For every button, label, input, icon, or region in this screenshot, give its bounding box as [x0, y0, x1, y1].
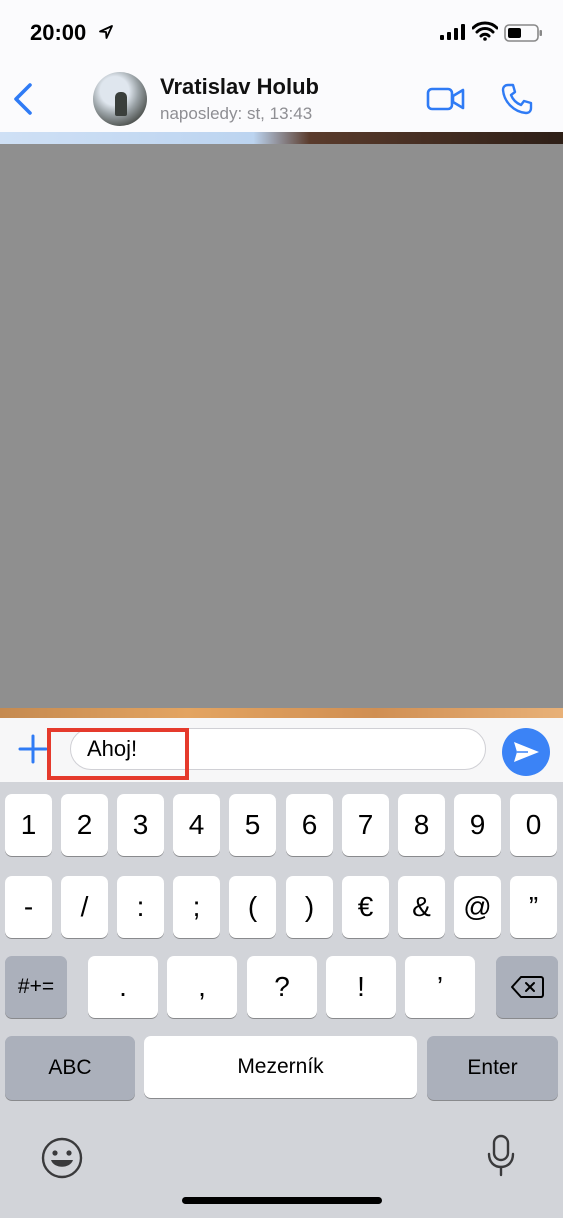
key-7[interactable]: 7: [342, 794, 389, 856]
last-seen-status: naposledy: st, 13:43: [160, 104, 313, 123]
key-apostrophe[interactable]: ’: [405, 956, 475, 1018]
highlight-box: [47, 728, 189, 780]
key-comma[interactable]: ,: [167, 956, 237, 1018]
key-hyphen[interactable]: -: [5, 876, 52, 938]
home-indicator[interactable]: [182, 1197, 382, 1204]
phone-call-icon[interactable]: [500, 82, 534, 116]
key-2[interactable]: 2: [61, 794, 108, 856]
battery-icon: [504, 24, 542, 42]
redacted-conversation-area: [0, 144, 563, 708]
key-quote[interactable]: ”: [510, 876, 557, 938]
contact-name[interactable]: Vratislav Holub: [160, 74, 319, 100]
send-button[interactable]: [502, 728, 550, 776]
key-period[interactable]: .: [88, 956, 158, 1018]
key-enter[interactable]: Enter: [427, 1036, 558, 1100]
location-arrow-icon: [99, 25, 113, 39]
contact-avatar[interactable]: [93, 72, 147, 126]
key-3[interactable]: 3: [117, 794, 164, 856]
key-question[interactable]: ?: [247, 956, 317, 1018]
key-6[interactable]: 6: [286, 794, 333, 856]
key-5[interactable]: 5: [229, 794, 276, 856]
back-chevron-icon[interactable]: [10, 82, 36, 116]
send-arrow-icon: [514, 742, 539, 762]
key-symbols-toggle[interactable]: #+=: [5, 956, 67, 1018]
video-call-icon[interactable]: [426, 86, 466, 112]
microphone-icon[interactable]: [486, 1134, 516, 1178]
key-9[interactable]: 9: [454, 794, 501, 856]
key-0[interactable]: 0: [510, 794, 557, 856]
key-colon[interactable]: :: [117, 876, 164, 938]
key-close-paren[interactable]: ): [286, 876, 333, 938]
key-at[interactable]: @: [454, 876, 501, 938]
key-slash[interactable]: /: [61, 876, 108, 938]
key-space[interactable]: Mezerník: [144, 1036, 417, 1098]
wifi-icon: [472, 21, 498, 41]
key-8[interactable]: 8: [398, 794, 445, 856]
key-1[interactable]: 1: [5, 794, 52, 856]
key-semicolon[interactable]: ;: [173, 876, 220, 938]
key-euro[interactable]: €: [342, 876, 389, 938]
chat-header: Vratislav Holub naposledy: st, 13:43: [0, 66, 563, 132]
key-exclamation[interactable]: !: [326, 956, 396, 1018]
status-time: 20:00: [30, 20, 87, 45]
key-abc-toggle[interactable]: ABC: [5, 1036, 135, 1100]
status-bar: 20:00: [0, 0, 563, 66]
key-4[interactable]: 4: [173, 794, 220, 856]
key-open-paren[interactable]: (: [229, 876, 276, 938]
key-backspace[interactable]: [496, 956, 558, 1018]
key-ampersand[interactable]: &: [398, 876, 445, 938]
add-attachment-icon[interactable]: [18, 734, 48, 764]
emoji-icon[interactable]: [40, 1136, 84, 1180]
signal-icon: [440, 24, 465, 40]
backspace-icon: [511, 976, 544, 998]
